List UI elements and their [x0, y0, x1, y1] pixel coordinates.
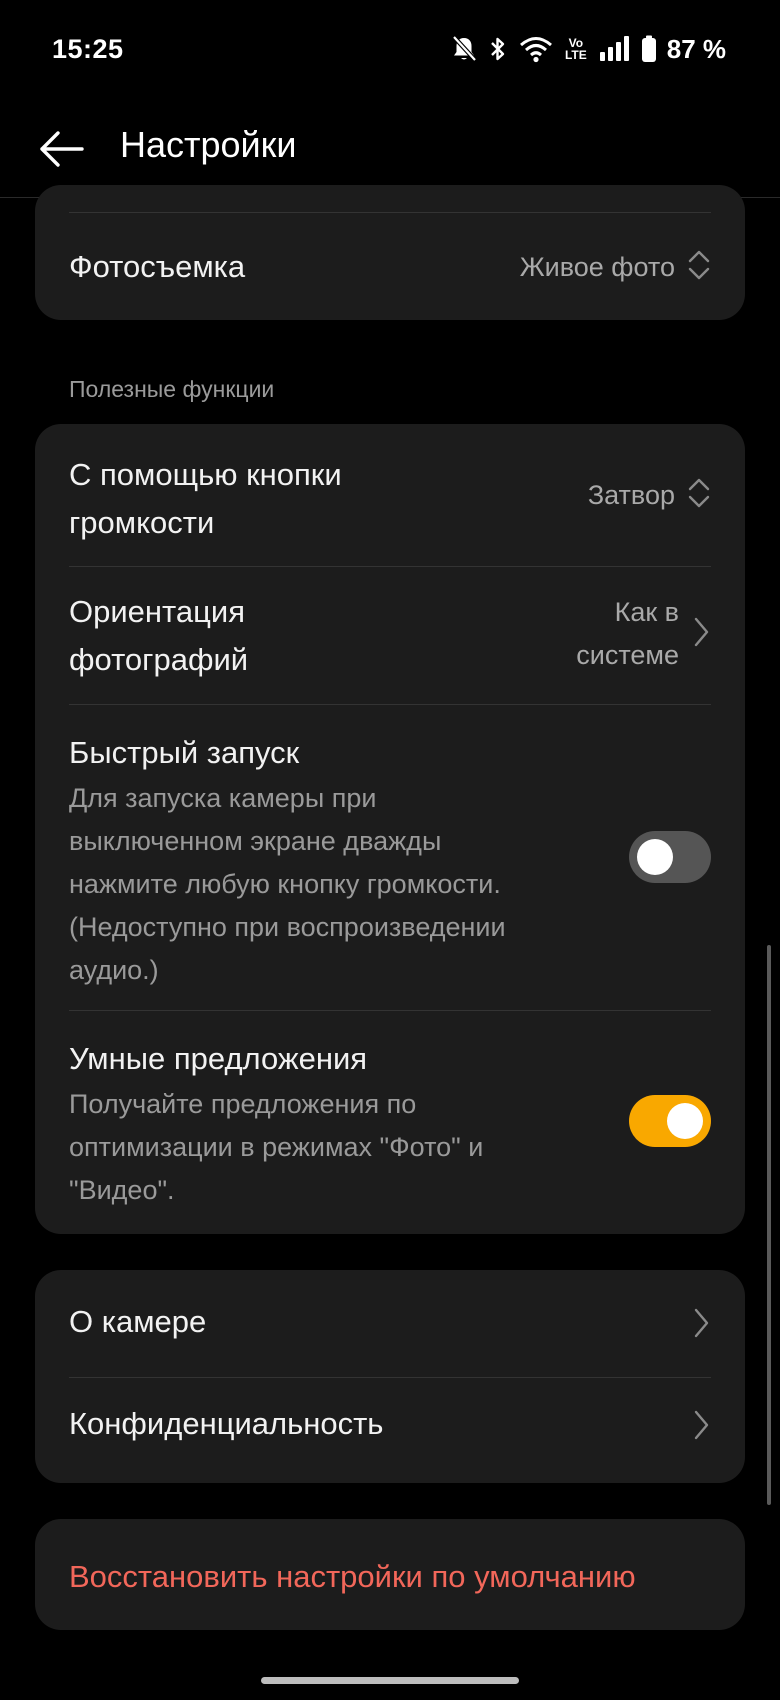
app-bar: Настройки — [0, 100, 780, 198]
volume-button-value: Затвор — [587, 479, 675, 510]
quick-launch-toggle[interactable] — [629, 831, 711, 883]
photo-orientation-label-line2: фотографий — [69, 642, 249, 677]
page-title: Настройки — [120, 124, 297, 165]
smart-suggestions-desc-line1: Получайте предложения по — [69, 1089, 417, 1119]
capture-mode-value: Живое фото — [519, 251, 675, 282]
capture-card: Фотосъемка Живое фото — [35, 185, 745, 320]
toggle-knob — [667, 1103, 703, 1139]
bluetooth-icon — [489, 35, 507, 63]
chevron-up-down-icon — [687, 247, 711, 288]
chevron-up-down-icon — [687, 475, 711, 516]
smart-suggestions-row: Умные предложения Получайте предложения … — [69, 1011, 711, 1234]
smart-suggestions-text: Умные предложения Получайте предложения … — [69, 1035, 589, 1212]
chevron-right-icon — [691, 615, 711, 654]
signal-icon — [599, 35, 629, 63]
volume-button-row[interactable]: С помощью кнопки громкости Затвор — [69, 424, 711, 566]
scrollbar[interactable] — [767, 945, 771, 1505]
volte-icon: Vo LTE — [565, 37, 587, 61]
reset-defaults-button[interactable]: Восстановить настройки по умолчанию — [69, 1553, 636, 1601]
smart-suggestions-toggle[interactable] — [629, 1095, 711, 1147]
volume-button-label-line1: С помощью кнопки — [69, 457, 342, 492]
volume-button-value-group: Затвор — [588, 471, 711, 519]
toggle-knob — [637, 839, 673, 875]
wifi-icon — [519, 35, 553, 63]
bell-muted-icon — [451, 35, 477, 63]
about-card: О камере Конфиденциальность — [35, 1270, 745, 1483]
volume-button-label: С помощью кнопки громкости — [69, 451, 342, 547]
reset-card[interactable]: Восстановить настройки по умолчанию — [35, 1519, 745, 1630]
photo-orientation-value-group: Как в системе — [576, 591, 711, 677]
section-header-useful: Полезные функции — [69, 376, 275, 402]
volte-bottom: LTE — [564, 48, 587, 62]
privacy-row[interactable]: Конфиденциальность — [69, 1378, 711, 1483]
quick-launch-text: Быстрый запуск Для запуска камеры при вы… — [69, 729, 589, 992]
quick-launch-desc-line3: нажмите любую кнопку громкости. — [69, 869, 501, 899]
battery-icon — [641, 35, 657, 63]
status-icons: Vo LTE 87 % — [451, 32, 726, 66]
home-indicator[interactable] — [261, 1677, 519, 1684]
capture-mode-label: Фотосъемка — [69, 249, 246, 284]
smart-suggestions-desc-line3: "Видео". — [69, 1175, 175, 1205]
photo-orientation-value-line2: системе — [576, 640, 679, 670]
smart-suggestions-desc-line2: оптимизации в режимах "Фото" и — [69, 1132, 484, 1162]
photo-orientation-value: Как в системе — [576, 591, 679, 677]
battery-percent: 87 % — [666, 33, 726, 64]
capture-mode-row[interactable]: Фотосъемка Живое фото — [69, 185, 711, 320]
back-button[interactable] — [34, 122, 88, 176]
quick-launch-row: Быстрый запуск Для запуска камеры при вы… — [69, 705, 711, 1010]
smart-suggestions-label: Умные предложения — [69, 1041, 368, 1076]
quick-launch-desc-line1: Для запуска камеры при — [69, 783, 377, 813]
useful-functions-card: С помощью кнопки громкости Затвор Ориент… — [35, 424, 745, 1234]
arrow-left-icon — [40, 131, 84, 167]
capture-mode-value-group: Живое фото — [520, 243, 711, 291]
chevron-right-icon — [691, 1408, 711, 1447]
quick-launch-label: Быстрый запуск — [69, 735, 300, 770]
photo-orientation-row[interactable]: Ориентация фотографий Как в системе — [69, 567, 711, 704]
status-bar: 15:25 Vo LTE 87 % — [0, 0, 780, 100]
photo-orientation-value-line1: Как в — [614, 597, 679, 627]
about-camera-label: О камере — [69, 1304, 207, 1339]
privacy-label: Конфиденциальность — [69, 1406, 384, 1441]
quick-launch-desc-line2: выключенном экране дважды — [69, 826, 442, 856]
volume-button-label-line2: громкости — [69, 505, 215, 540]
chevron-right-icon — [691, 1306, 711, 1345]
photo-orientation-label-line1: Ориентация — [69, 594, 245, 629]
about-camera-row[interactable]: О камере — [69, 1270, 711, 1377]
quick-launch-desc-line4: (Недоступно при воспроизведении — [69, 912, 506, 942]
photo-orientation-label: Ориентация фотографий — [69, 588, 248, 684]
quick-launch-desc-line5: аудио.) — [69, 955, 159, 985]
status-time: 15:25 — [52, 34, 124, 64]
